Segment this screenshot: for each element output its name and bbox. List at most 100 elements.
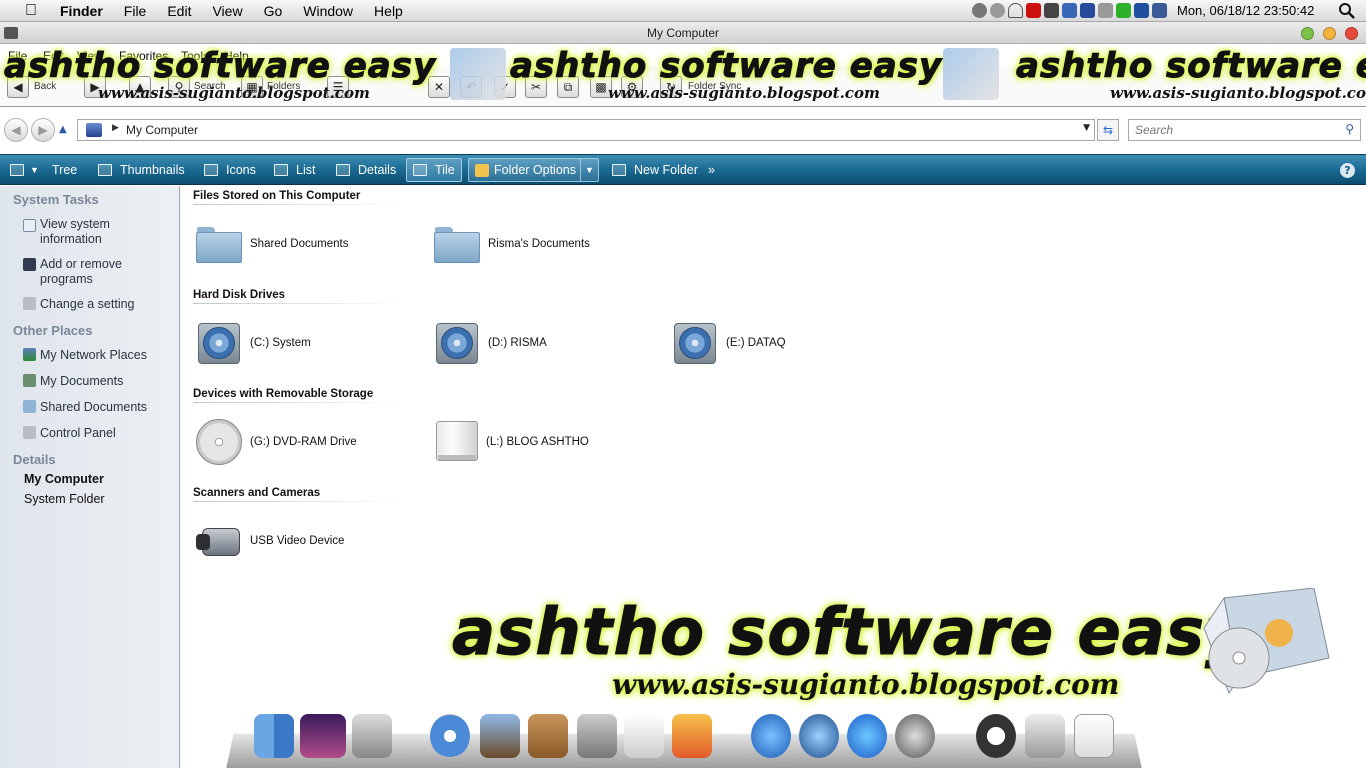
other-places-heading[interactable]: Other Places <box>13 323 93 338</box>
drive-l-usb[interactable]: (L:) BLOG ASHTHO <box>436 417 589 467</box>
forward-button[interactable]: ▶ <box>84 76 106 98</box>
layout-button[interactable]: ▼ <box>4 158 41 182</box>
new-folder-button[interactable]: New Folder <box>606 158 704 182</box>
view-tree-button[interactable]: Tree <box>46 158 83 182</box>
place-my-documents[interactable]: My Documents <box>40 374 123 389</box>
undo-button[interactable]: ↶ <box>460 76 482 98</box>
task-view-system-info[interactable]: View system information <box>40 217 110 247</box>
finder-icon[interactable] <box>254 714 294 758</box>
menu-edit[interactable]: Edit <box>167 3 191 19</box>
up-button[interactable]: ▲ <box>129 76 151 98</box>
calculator-icon[interactable] <box>577 714 617 758</box>
copy-button[interactable]: ⧉ <box>557 76 579 98</box>
menu-tools[interactable]: Tools <box>181 49 209 63</box>
paste-button[interactable]: ▩ <box>590 76 612 98</box>
menu-view[interactable]: View <box>212 3 242 19</box>
place-my-network[interactable]: My Network Places <box>40 348 147 363</box>
place-control-panel[interactable]: Control Panel <box>40 426 116 441</box>
tray-icon[interactable] <box>972 3 987 18</box>
place-shared-documents[interactable]: Shared Documents <box>40 400 147 415</box>
tray-icon[interactable] <box>1080 3 1095 18</box>
zoom-button[interactable] <box>1301 27 1314 40</box>
tray-icon[interactable] <box>1116 3 1131 18</box>
help-button[interactable]: ? <box>1340 163 1355 178</box>
photo-icon[interactable] <box>300 714 346 758</box>
item-rismas-documents[interactable]: Risma's Documents <box>434 219 590 269</box>
menu-window[interactable]: Window <box>303 3 353 19</box>
nav-forward-button[interactable]: ▶ <box>31 118 55 142</box>
tray-icon[interactable] <box>990 3 1005 18</box>
itunes-icon[interactable] <box>751 714 791 758</box>
menu-file[interactable]: File <box>124 3 147 19</box>
preview-icon[interactable] <box>1074 714 1114 758</box>
safari-icon[interactable] <box>430 714 470 758</box>
drive-e[interactable]: (E:) DATAQ <box>672 318 786 368</box>
view-list-button[interactable]: List <box>268 158 321 182</box>
drive-g-dvd[interactable]: (G:) DVD-RAM Drive <box>196 417 357 467</box>
tray-icon[interactable] <box>1152 3 1167 18</box>
menu-edit[interactable]: Edit <box>43 49 64 63</box>
details-heading[interactable]: Details <box>13 452 56 467</box>
usb-video-device[interactable]: USB Video Device <box>196 516 344 566</box>
chevron-down-icon[interactable]: ▼ <box>580 159 598 181</box>
menu-view[interactable]: View <box>77 49 103 63</box>
textedit-icon[interactable] <box>624 714 664 758</box>
menu-go[interactable]: Go <box>264 3 283 19</box>
chevron-down-icon[interactable]: ▼ <box>1083 123 1090 133</box>
views-button[interactable]: ☰ <box>327 76 349 98</box>
drive-d[interactable]: (D:) RISMA <box>434 318 547 368</box>
view-details-button[interactable]: Details <box>330 158 402 182</box>
search-icon[interactable]: ⚲ <box>1345 122 1354 136</box>
tray-icon[interactable] <box>1026 3 1041 18</box>
app-store-pencil-icon[interactable] <box>672 714 712 758</box>
address-book-icon[interactable] <box>528 714 568 758</box>
nav-up-icon[interactable]: ▲ <box>59 124 67 135</box>
view-icons-button[interactable]: Icons <box>198 158 262 182</box>
menu-favorites[interactable]: Favorites <box>119 49 168 63</box>
folder-sync-button[interactable]: ↻ <box>660 76 682 98</box>
apple-menu-icon[interactable]:  <box>20 2 42 19</box>
refresh-button[interactable]: ⇆ <box>1097 119 1119 141</box>
minimize-button[interactable] <box>1323 27 1336 40</box>
chevron-down-icon[interactable]: ▼ <box>30 165 39 175</box>
tray-icon[interactable] <box>1134 3 1149 18</box>
menu-app-finder[interactable]: Finder <box>60 3 103 19</box>
settings-gear-icon[interactable]: ⚙ <box>621 76 643 98</box>
launchpad-icon[interactable] <box>895 714 935 758</box>
quicktime-icon[interactable] <box>799 714 839 758</box>
delete-button[interactable]: ✕ <box>428 76 450 98</box>
tray-icon[interactable] <box>1062 3 1077 18</box>
search-input[interactable] <box>1129 120 1334 140</box>
menu-help[interactable]: Help <box>224 49 249 63</box>
view-thumbnails-button[interactable]: Thumbnails <box>92 158 191 182</box>
app-store-icon[interactable] <box>847 714 887 758</box>
wifi-icon[interactable] <box>1008 3 1023 18</box>
address-bar[interactable]: ▶ My Computer ▼ <box>77 119 1095 141</box>
task-change-setting[interactable]: Change a setting <box>40 297 135 312</box>
drive-c[interactable]: (C:) System <box>196 318 311 368</box>
more-commands-button[interactable]: » <box>702 158 721 182</box>
trash-icon[interactable] <box>1025 714 1065 758</box>
menu-help[interactable]: Help <box>374 3 403 19</box>
item-shared-documents[interactable]: Shared Documents <box>196 219 348 269</box>
back-button[interactable]: ◀ <box>7 76 29 98</box>
tray-icon[interactable] <box>1044 3 1059 18</box>
cut-button[interactable]: ✂ <box>525 76 547 98</box>
spotlight-search-icon[interactable] <box>1338 2 1356 20</box>
disk-utility-icon[interactable] <box>352 714 392 758</box>
nav-back-button[interactable]: ◀ <box>4 118 28 142</box>
folders-button[interactable]: ▦ <box>241 76 263 98</box>
menubar-clock[interactable]: Mon, 06/18/12 23:50:42 <box>1177 3 1314 18</box>
tray-icon[interactable] <box>1098 3 1113 18</box>
window-titlebar[interactable]: My Computer <box>0 22 1366 44</box>
folder-options-button[interactable]: Folder Options ▼ <box>468 158 599 182</box>
view-tile-button[interactable]: Tile <box>406 158 462 182</box>
system-tasks-heading[interactable]: System Tasks <box>13 192 99 207</box>
menu-file[interactable]: File <box>8 49 27 63</box>
mail-icon[interactable] <box>480 714 520 758</box>
close-button[interactable] <box>1345 27 1358 40</box>
check-button[interactable]: ✓ <box>494 76 516 98</box>
search-button[interactable]: ⚲ <box>168 76 190 98</box>
breadcrumb-separator-icon[interactable]: ▶ <box>112 123 119 133</box>
power-icon[interactable] <box>976 714 1016 758</box>
